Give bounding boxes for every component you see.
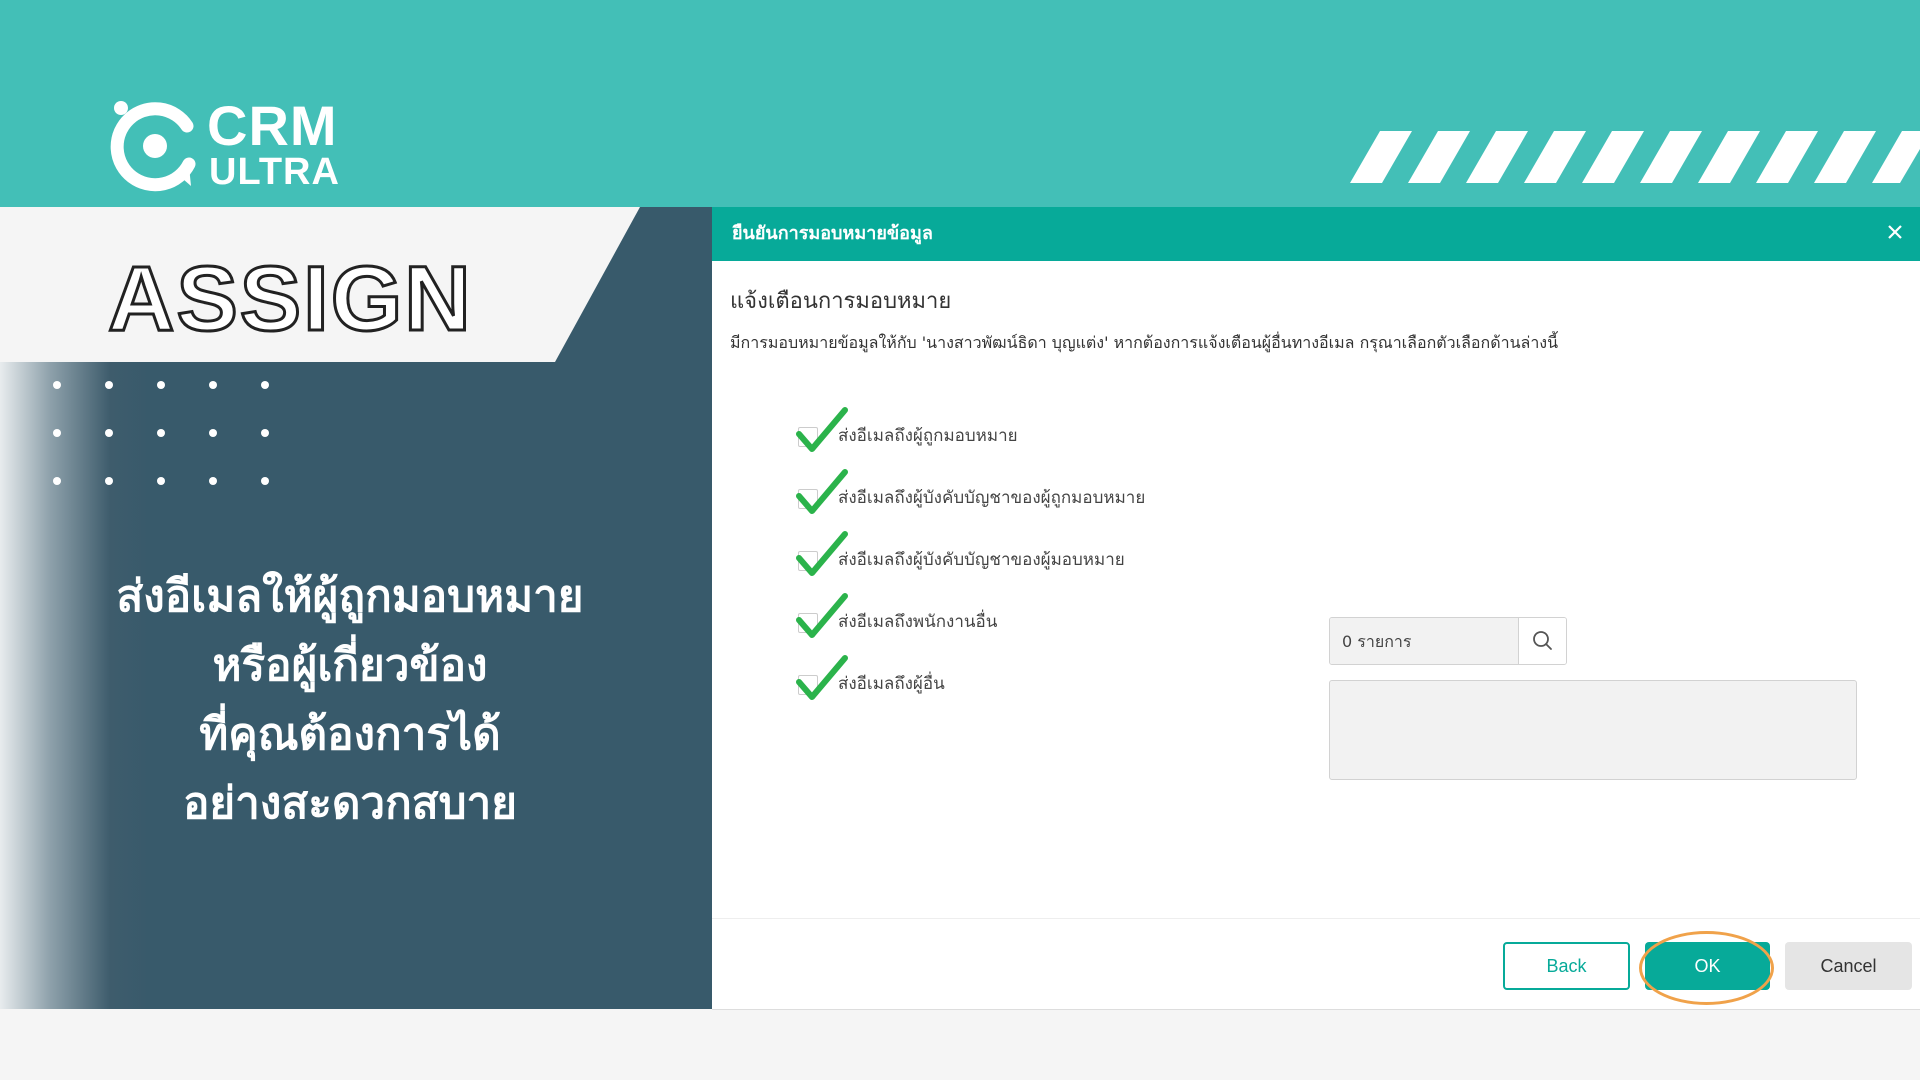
email-options-list: ส่งอีเมลถึงผู้ถูกมอบหมาย ส่งอีเมลถึงผู้บ… xyxy=(784,407,1304,717)
logo-text-crm: CRM xyxy=(207,94,338,157)
tagline-line: อย่างสะดวกสบาย xyxy=(182,778,518,829)
logo-text-ultra: ULTRA xyxy=(209,151,340,193)
option-label: ส่งอีเมลถึงผู้บังคับบัญชาของผู้ถูกมอบหมา… xyxy=(838,488,1146,508)
promo-panel: ASSIGN ส่งอีเมลให้ผู้ถูกมอบหมาย หรือผู้เ… xyxy=(0,207,712,1009)
close-icon xyxy=(1888,225,1902,239)
cancel-button[interactable]: Cancel xyxy=(1785,942,1912,990)
option-label: ส่งอีเมลถึงพนักงานอื่น xyxy=(838,612,998,632)
other-recipients-textarea[interactable] xyxy=(1329,680,1857,780)
option-email-other-employees[interactable]: ส่งอีเมลถึงพนักงานอื่น xyxy=(784,593,1304,655)
search-icon xyxy=(1533,631,1552,650)
decorative-dots xyxy=(53,381,269,485)
dialog-footer-divider xyxy=(712,918,1920,919)
option-email-others[interactable]: ส่งอีเมลถึงผู้อื่น xyxy=(784,655,1304,717)
notification-message: มีการมอบหมายข้อมูลให้กับ 'นางสาวพัฒน์ธิด… xyxy=(730,333,1559,352)
decorative-stripes xyxy=(1350,131,1920,183)
tagline-line: ที่คุณต้องการได้ xyxy=(199,709,501,760)
dialog-header: ยืนยันการมอบหมายข้อมูล xyxy=(712,207,1920,261)
tagline-line: หรือผู้เกี่ยวข้อง xyxy=(212,640,488,691)
option-email-assignee-supervisor[interactable]: ส่งอีเมลถึงผู้บังคับบัญชาของผู้ถูกมอบหมา… xyxy=(784,469,1304,531)
option-label: ส่งอีเมลถึงผู้บังคับบัญชาของผู้มอบหมาย xyxy=(838,550,1125,570)
dialog-close-button[interactable] xyxy=(1882,219,1908,245)
tagline-line: ส่งอีเมลให้ผู้ถูกมอบหมาย xyxy=(116,571,584,622)
employee-search-button[interactable] xyxy=(1520,618,1566,664)
option-label: ส่งอีเมลถึงผู้อื่น xyxy=(838,674,945,694)
employee-search-group xyxy=(1329,617,1567,665)
assign-confirm-dialog: ยืนยันการมอบหมายข้อมูล แจ้งเตือนการมอบหม… xyxy=(712,207,1920,1010)
option-email-assigner-supervisor[interactable]: ส่งอีเมลถึงผู้บังคับบัญชาของผู้มอบหมาย xyxy=(784,531,1304,593)
employee-search-input[interactable] xyxy=(1330,618,1519,664)
ok-button[interactable]: OK xyxy=(1645,942,1770,990)
top-banner: CRM ULTRA xyxy=(0,0,1920,207)
crm-ultra-logo: CRM ULTRA xyxy=(105,94,345,194)
promo-tagline: ส่งอีเมลให้ผู้ถูกมอบหมาย หรือผู้เกี่ยวข้… xyxy=(40,562,660,838)
dialog-title: ยืนยันการมอบหมายข้อมูล xyxy=(732,223,933,244)
option-email-assignee[interactable]: ส่งอีเมลถึงผู้ถูกมอบหมาย xyxy=(784,407,1304,469)
back-button[interactable]: Back xyxy=(1503,942,1630,990)
promo-title: ASSIGN xyxy=(107,248,473,351)
option-label: ส่งอีเมลถึงผู้ถูกมอบหมาย xyxy=(838,426,1018,446)
notification-heading: แจ้งเตือนการมอบหมาย xyxy=(730,289,952,314)
logo-mark-icon xyxy=(110,101,196,192)
